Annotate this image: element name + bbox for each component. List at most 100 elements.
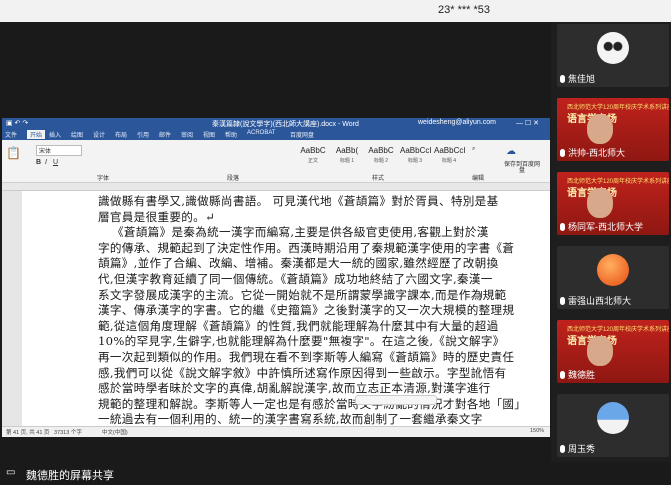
participant-name-text: 杨同军-西北师大学: [568, 222, 643, 232]
edit-group-label: 编辑: [472, 176, 485, 182]
underline-button[interactable]: U: [53, 159, 58, 166]
avatar: [597, 32, 629, 64]
microphone-icon: [560, 445, 565, 453]
style-name: 正文: [307, 158, 318, 164]
style-item[interactable]: AaBbCcI 标题 4: [434, 146, 466, 168]
page-count: 第 41 页, 共 41 页: [6, 430, 50, 436]
tab-6[interactable]: 引用: [137, 130, 149, 139]
style-name: 标题 3: [407, 158, 423, 164]
document-line: 系文字發展成漢字的主流。它從一開始就不是所謂蒙學識字課本,而是作為規範: [98, 287, 507, 302]
person-video: [587, 336, 613, 366]
tab-4[interactable]: 设计: [93, 130, 105, 139]
language: 中文(中国): [102, 430, 128, 436]
participant-name: 魏德胜: [560, 368, 595, 381]
style-name: 标题 1: [339, 158, 355, 164]
style-sample: AaBb(: [335, 146, 359, 155]
participant-name: 雷强山西北师大: [560, 294, 631, 307]
bold-button[interactable]: B: [36, 159, 41, 166]
floating-toolbar[interactable]: [355, 395, 437, 405]
tab-1[interactable]: 开始: [27, 130, 46, 139]
autosave-icon[interactable]: ▣ ↶ ↷: [6, 119, 28, 127]
word-count: 37313 个字: [54, 430, 82, 436]
word-window[interactable]: ▣ ↶ ↷ 秦漢篇隸(說文學字)(西北師大講座).docx - Word wei…: [2, 118, 550, 437]
zoom-level[interactable]: 150%: [530, 428, 544, 434]
document-line: 頡篇》,並作了合編、改編、增補。秦漢都是大一統的國家,雖然經歷了改朝換: [98, 256, 499, 271]
document-line: 10%的罕見字,生僻字,也就能理解為什麼要"無複字"。在這之後,《說文解字》: [98, 334, 505, 349]
document-page[interactable]: 識做縣有書學又,識做縣尚書語。 可見漢代地《蒼頡篇》對於胥員、特別是基 層官員是很…: [22, 191, 540, 426]
ribbon-tabs: 文件 开始 插入 绘图 设计 布局 引用 邮件 审阅 视图 帮助 ACROBAT 百度网盘: [2, 130, 550, 140]
document-line: 再一次起到類似的作用。我們現在看不到李斯等人編寫《蒼頡篇》時的歷史責任: [98, 350, 515, 364]
style-item[interactable]: AaBbCcI 标题 3: [400, 146, 432, 168]
window-controls[interactable]: — ☐ ✕: [516, 119, 539, 127]
baidu-cloud-icon[interactable]: ☁: [506, 146, 516, 157]
vertical-ruler: [2, 191, 22, 426]
tab-7[interactable]: 邮件: [159, 130, 171, 139]
shared-screen-area: ▣ ↶ ↷ 秦漢篇隸(說文學字)(西北師大講座).docx - Word wei…: [0, 22, 551, 462]
microphone-icon: [560, 75, 565, 83]
font-group-label: 字体: [97, 176, 110, 182]
participant-name: 焦佳旭: [560, 72, 595, 85]
participant-tile[interactable]: 西北师范大学120周年校庆学术系列讲座语言学专场魏德胜: [557, 320, 669, 383]
tab-8[interactable]: 审阅: [181, 130, 193, 139]
style-sample: AaBbCcI: [400, 146, 432, 155]
document-line: 一統過去有一個利用的、統一的漢字書寫系統,故而創制了一套繼承秦文字: [98, 412, 483, 426]
participant-tile[interactable]: 西北师范大学120周年校庆学术系列讲座语言学专场杨同军-西北师大学: [557, 172, 669, 235]
document-line: 感於當時學者昧於文字的真偉,胡亂解說漢字,故而立志正本清源,對漢字進行: [98, 381, 491, 396]
meeting-title: 23* *** *53: [438, 4, 490, 16]
participant-name: 洪帅-西北师大: [560, 146, 625, 159]
tab-5[interactable]: 布局: [115, 130, 127, 139]
styles-group-label: 样式: [372, 176, 385, 182]
italic-button[interactable]: I: [45, 159, 47, 166]
document-line: 字的傳承、規範起到了決定性作用。西漢時期沿用了秦規範漢字使用的字書《蒼: [98, 240, 515, 255]
word-title-bar: ▣ ↶ ↷ 秦漢篇隸(說文學字)(西北師大講座).docx - Word wei…: [2, 118, 550, 130]
style-sample: AaBbC: [368, 146, 394, 155]
avatar: [597, 254, 629, 286]
ribbon: 📋 宋体 B I U 字体 段落 样式 ⌕ 编辑 ☁ 保存到百度网盘 AaBbC…: [2, 140, 550, 183]
status-bar: 第 41 页, 共 41 页 37313 个字 中文(中国) 150%: [2, 426, 550, 437]
style-item[interactable]: AaBbC 正文: [298, 146, 328, 168]
tab-11[interactable]: ACROBAT: [247, 130, 276, 136]
document-line: 層官員是很重要的。↵: [98, 209, 216, 224]
text-cursor-icon: I: [480, 290, 483, 301]
microphone-icon: [560, 297, 565, 305]
avatar: [597, 402, 629, 434]
paragraph-group-label: 段落: [227, 176, 240, 182]
participant-name-text: 焦佳旭: [568, 74, 596, 84]
user-account[interactable]: weidesheng@aliyun.com: [418, 119, 496, 126]
tab-2[interactable]: 插入: [49, 130, 61, 139]
bottom-bar: ▭ 魏德胜的屏幕共享: [0, 462, 671, 485]
find-icon[interactable]: ⌕: [472, 146, 475, 153]
style-name: 标题 4: [441, 158, 457, 164]
microphone-icon: [560, 223, 565, 231]
participant-name-text: 雷强山西北师大: [568, 296, 632, 306]
tab-9[interactable]: 视图: [203, 130, 215, 139]
font-name-select[interactable]: 宋体: [36, 145, 82, 156]
participant-name: 周玉秀: [560, 442, 595, 455]
style-item[interactable]: AaBb( 标题 1: [332, 146, 362, 168]
tab-12[interactable]: 百度网盘: [290, 130, 314, 139]
participant-tile[interactable]: 雷强山西北师大: [557, 246, 669, 309]
tab-0[interactable]: 文件: [5, 130, 17, 139]
participant-name-text: 洪帅-西北师大: [568, 148, 625, 158]
top-bar: 23* *** *53: [0, 0, 671, 22]
document-line: 範,從這個角度理解《蒼頡篇》的性質,我們就能理解為什麼其中有大量的超過: [98, 318, 499, 333]
style-sample: AaBbCcI: [434, 146, 466, 155]
participant-tile[interactable]: 周玉秀: [557, 394, 669, 457]
style-sample: AaBbC: [300, 146, 326, 155]
participant-name-text: 魏德胜: [568, 370, 596, 380]
document-line: 《蒼頡篇》是秦為統一漢字而編寫,主要是供各級官吏使用,客觀上對於漢: [112, 225, 489, 240]
participant-panel: 焦佳旭西北师范大学120周年校庆学术系列讲座语言学专场洪帅-西北师大西北师范大学…: [551, 22, 671, 462]
screen-share-icon: ▭: [6, 467, 16, 478]
tab-3[interactable]: 绘图: [71, 130, 83, 139]
participant-tile[interactable]: 西北师范大学120周年校庆学术系列讲座语言学专场洪帅-西北师大: [557, 98, 669, 161]
participant-tile[interactable]: 焦佳旭: [557, 24, 669, 87]
person-video: [587, 188, 613, 218]
document-line: 代,但漢字教育延續了同一個傳統。《蒼頡篇》成功地終結了六國文字,秦漢一: [98, 272, 493, 286]
document-line: 規範的整理和解說。李斯等人一定也是有感於當時文字紛亂的情況才對各地「國」: [98, 396, 527, 411]
save-cloud-label[interactable]: 保存到百度网盘: [502, 162, 542, 174]
style-item[interactable]: AaBbC 标题 2: [366, 146, 396, 168]
paste-icon[interactable]: 📋: [6, 146, 21, 160]
person-video: [587, 114, 613, 144]
document-line: 識做縣有書學又,識做縣尚書語。 可見漢代地《蒼頡篇》對於胥員、特別是基: [98, 194, 499, 208]
tab-10[interactable]: 帮助: [225, 130, 237, 139]
